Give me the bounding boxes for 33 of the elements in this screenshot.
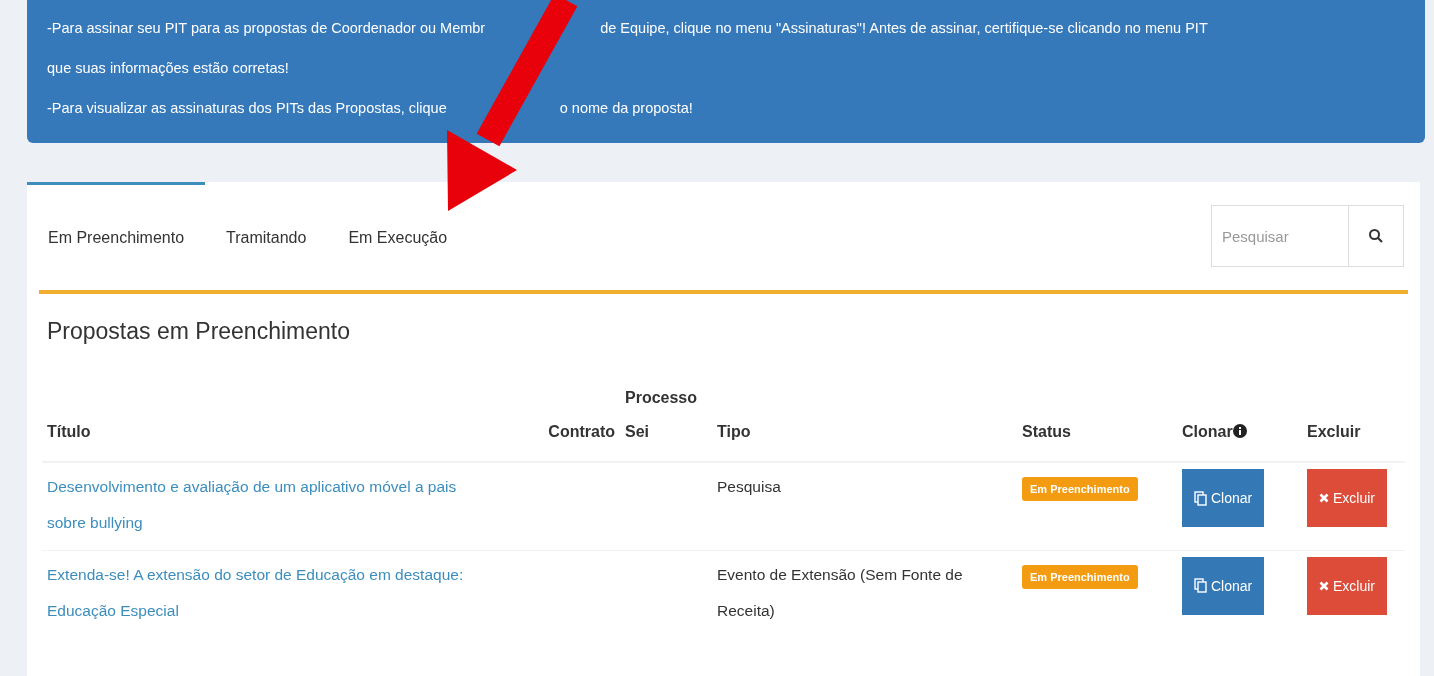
info-icon xyxy=(1232,424,1247,438)
column-header: Processo Sei xyxy=(625,389,698,440)
column-header: Status xyxy=(1022,423,1071,440)
search-icon xyxy=(1368,228,1384,244)
status-badge: Em Preenchimento xyxy=(1022,564,1138,589)
copy-icon xyxy=(1194,578,1207,593)
notice-text: -Para assinar seu PIT para as propostas de Coordenador ou Membr xyxy=(47,19,486,38)
notice-text: que suas informações estão corretas! xyxy=(47,59,289,78)
delete-button[interactable]: Excluir xyxy=(1307,556,1387,615)
table-cell: Evento de Extensão (Sem Fonte de Receita) xyxy=(717,565,963,619)
close-icon xyxy=(1319,493,1329,503)
notice-text: de Equipe, clique no menu "Assinaturas"! Antes de assinar, certifique-se clicando no menu PIT xyxy=(600,19,1208,38)
search-field[interactable]: Pesquisar xyxy=(1211,205,1349,267)
notice-text: o nome da proposta! xyxy=(559,99,693,118)
status-badge: Em Preenchimento xyxy=(1022,477,1138,501)
proposal-link[interactable]: Desenvolvimento e avaliação de um aplicativo móvel a pais sobre bullying xyxy=(47,469,487,541)
proposal-link[interactable]: Extenda-se! A extensão do setor de Educação em destaque: Educação Especial xyxy=(47,556,487,629)
clone-button[interactable]: Clonar xyxy=(1182,556,1265,615)
section-heading: Propostas em Preenchimento xyxy=(47,318,351,345)
delete-button[interactable]: Excluir xyxy=(1307,469,1387,527)
close-icon xyxy=(1319,580,1329,591)
column-header: Contrato xyxy=(548,423,615,440)
tab[interactable]: Tramitando xyxy=(205,182,328,290)
column-header: Clonar xyxy=(1182,423,1233,440)
copy-icon xyxy=(1194,490,1207,506)
search-button[interactable] xyxy=(1349,205,1404,267)
column-header: Título xyxy=(47,423,91,440)
table-cell: Pesquisa xyxy=(717,478,781,495)
tab[interactable]: Em Execução xyxy=(327,182,469,290)
clone-button[interactable]: Clonar xyxy=(1182,469,1265,527)
column-header: Tipo xyxy=(717,423,751,440)
column-header: Excluir xyxy=(1307,423,1361,440)
notice-text: -Para visualizar as assinaturas dos PITs das Propostas, clique xyxy=(47,99,447,118)
